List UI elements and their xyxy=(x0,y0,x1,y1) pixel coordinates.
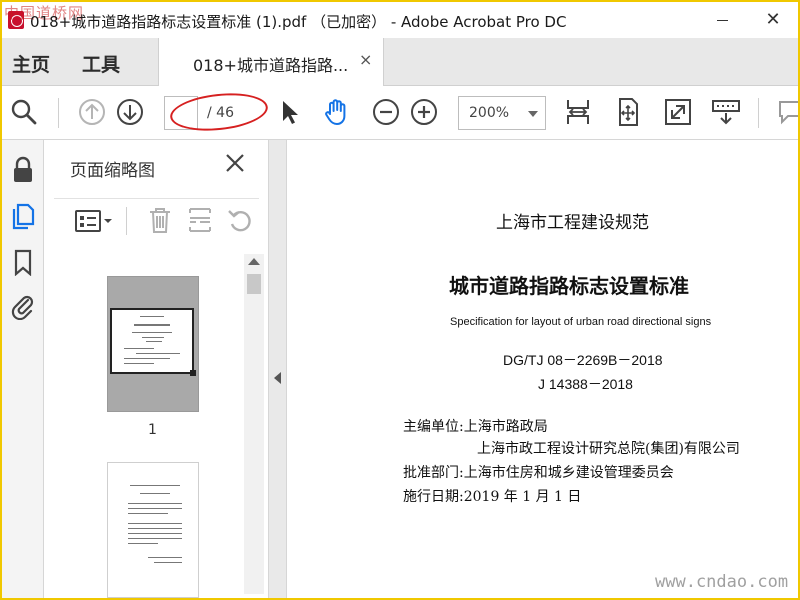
thumbnail-text-line xyxy=(128,523,182,524)
page-thumbnails-icon[interactable] xyxy=(9,202,37,230)
thumbnail-text-line xyxy=(154,562,182,563)
panel-toolbar-separator xyxy=(126,207,127,235)
thumbnails-scrollbar[interactable] xyxy=(244,254,264,594)
page-down-icon[interactable] xyxy=(114,96,146,128)
zoom-value: 200% xyxy=(469,105,510,121)
full-screen-icon[interactable] xyxy=(662,96,694,128)
collapse-arrow-icon[interactable] xyxy=(274,372,281,384)
document-info-line: 主编单位:上海市路政局 xyxy=(403,419,548,435)
window-title: 018+城市道路指路标志设置标准 (1).pdf （已加密） - Adobe A… xyxy=(30,13,567,31)
page-thumbnail-1[interactable] xyxy=(107,276,199,412)
thumbnail-text-line xyxy=(128,533,182,534)
document-info-line: 施行日期:2019 年 1 月 1 日 xyxy=(403,489,582,505)
chevron-down-icon xyxy=(528,111,538,117)
page-thumbnail-2[interactable] xyxy=(107,462,199,598)
visible-region-frame[interactable] xyxy=(110,308,194,374)
thumbnail-text-line xyxy=(128,528,182,529)
document-code: J 14388－2018 xyxy=(538,376,633,392)
fit-page-icon[interactable] xyxy=(612,96,644,128)
scrollbar-thumb[interactable] xyxy=(247,274,261,294)
tab-home[interactable]: 主页 xyxy=(12,50,50,77)
lock-icon[interactable] xyxy=(9,156,37,184)
minimize-button[interactable] xyxy=(708,6,738,34)
tab-document[interactable]: 018+城市道路指路... × xyxy=(158,38,384,86)
close-window-button[interactable]: ✕ xyxy=(758,6,788,34)
thumbnail-text-line xyxy=(142,337,164,338)
panel-toolbar xyxy=(54,198,259,242)
comment-icon[interactable] xyxy=(774,96,798,128)
thumbnail-page-number: 1 xyxy=(148,422,157,438)
resize-handle[interactable] xyxy=(190,370,196,376)
thumbnail-text-line xyxy=(136,353,180,354)
select-pointer-icon[interactable] xyxy=(274,96,306,128)
thumbnail-text-line xyxy=(128,503,182,504)
thumbnail-text-line xyxy=(134,324,170,326)
fit-width-icon[interactable] xyxy=(562,96,594,128)
thumbnail-text-line xyxy=(148,557,182,558)
document-tab-label: 018+城市道路指路... xyxy=(193,56,349,75)
rotate-icon[interactable] xyxy=(226,205,254,235)
document-title: 城市道路指路标志设置标准 xyxy=(449,274,689,298)
thumbnail-text-line xyxy=(130,485,180,486)
thumbnail-text-line xyxy=(132,332,172,333)
thumbnail-text-line xyxy=(146,341,162,342)
page-up-icon[interactable] xyxy=(76,96,108,128)
tab-tools[interactable]: 工具 xyxy=(82,50,120,77)
scroll-up-arrow-icon[interactable] xyxy=(248,258,260,265)
document-info-line: 批准部门:上海市住房和城乡建设管理委员会 xyxy=(403,465,674,481)
panel-title: 页面缩略图 xyxy=(70,161,155,181)
document-code: DG/TJ 08－2269B－2018 xyxy=(503,352,663,368)
tab-bar: 主页 工具 018+城市道路指路... × xyxy=(2,38,798,86)
bookmark-icon[interactable] xyxy=(9,248,37,276)
read-mode-icon[interactable] xyxy=(710,96,742,128)
thumbnail-text-line xyxy=(124,363,154,364)
zoom-out-icon[interactable] xyxy=(370,96,402,128)
document-view[interactable]: 上海市工程建设规范 城市道路指路标志设置标准 Specification for… xyxy=(287,140,798,598)
page-thumbnails-panel: 页面缩略图 1 xyxy=(44,140,269,598)
zoom-select[interactable]: 200% xyxy=(458,96,546,130)
document-issuer: 上海市工程建设规范 xyxy=(496,213,649,233)
thumbnail-text-line xyxy=(128,538,182,539)
document-info-line: 上海市政工程设计研究总院(集团)有限公司 xyxy=(477,441,740,457)
attachment-icon[interactable] xyxy=(9,292,37,320)
watermark-bottom-right: www.cndao.com xyxy=(655,572,789,592)
thumbnail-text-line xyxy=(128,543,158,544)
thumbnail-options-icon[interactable] xyxy=(74,207,114,235)
insert-page-icon[interactable] xyxy=(186,205,214,235)
zoom-in-icon[interactable] xyxy=(408,96,440,128)
left-navigation-rail xyxy=(2,140,44,598)
thumbnail-text-line xyxy=(128,508,182,509)
document-tab-close-button[interactable]: × xyxy=(359,50,372,69)
hand-tool-icon[interactable] xyxy=(320,96,352,128)
toolbar: / 46 200% xyxy=(2,86,798,140)
thumbnail-text-line xyxy=(124,358,170,359)
toolbar-separator xyxy=(58,98,59,128)
document-english-title: Specification for layout of urban road d… xyxy=(450,316,712,328)
panel-collapse-handle[interactable] xyxy=(269,140,287,598)
thumbnail-text-line xyxy=(124,348,154,349)
app-window: 中国道桥网 018+城市道路指路标志设置标准 (1).pdf （已加密） - A… xyxy=(2,2,798,598)
delete-icon[interactable] xyxy=(146,205,174,235)
thumbnail-text-line xyxy=(140,316,164,317)
close-icon[interactable] xyxy=(224,152,246,174)
thumbnail-text-line xyxy=(128,513,168,514)
toolbar-separator xyxy=(758,98,759,128)
thumbnail-text-line xyxy=(140,493,170,494)
title-bar: 中国道桥网 018+城市道路指路标志设置标准 (1).pdf （已加密） - A… xyxy=(2,2,798,38)
search-icon[interactable] xyxy=(8,96,40,128)
